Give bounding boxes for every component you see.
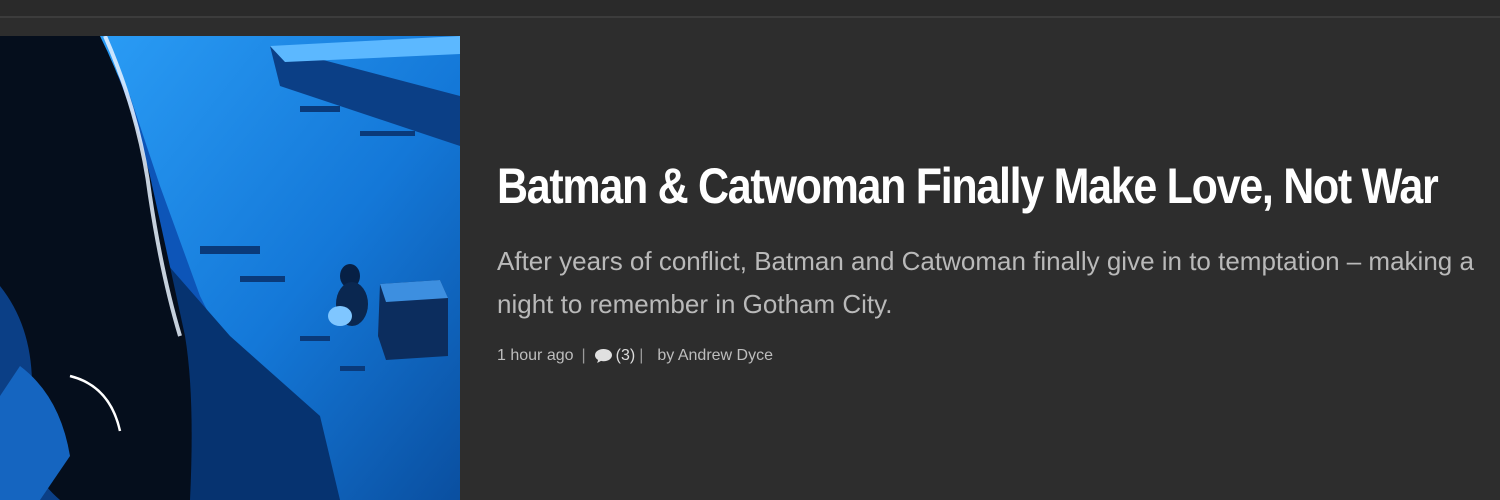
publish-time: 1 hour ago: [497, 347, 574, 364]
article-title-link[interactable]: Batman & Catwoman Finally Make Love, Not…: [497, 154, 1460, 218]
author-link[interactable]: by Andrew Dyce: [657, 347, 773, 365]
meta-separator: |: [639, 347, 644, 364]
comic-panel-image: [0, 36, 460, 500]
article-thumbnail[interactable]: [0, 36, 460, 500]
article-meta: 1 hour ago | (3) | by Andrew Dyce: [497, 344, 1497, 368]
comment-bubble-icon: [594, 349, 612, 363]
comments-link[interactable]: (3): [594, 347, 636, 365]
top-navigation-bar: [0, 0, 1500, 18]
article-card: Batman & Catwoman Finally Make Love, Not…: [0, 36, 1500, 500]
comments-count: (3): [615, 347, 636, 364]
meta-separator: |: [581, 347, 586, 364]
article-content: Batman & Catwoman Finally Make Love, Not…: [497, 154, 1497, 368]
article-excerpt: After years of conflict, Batman and Catw…: [497, 246, 1474, 319]
